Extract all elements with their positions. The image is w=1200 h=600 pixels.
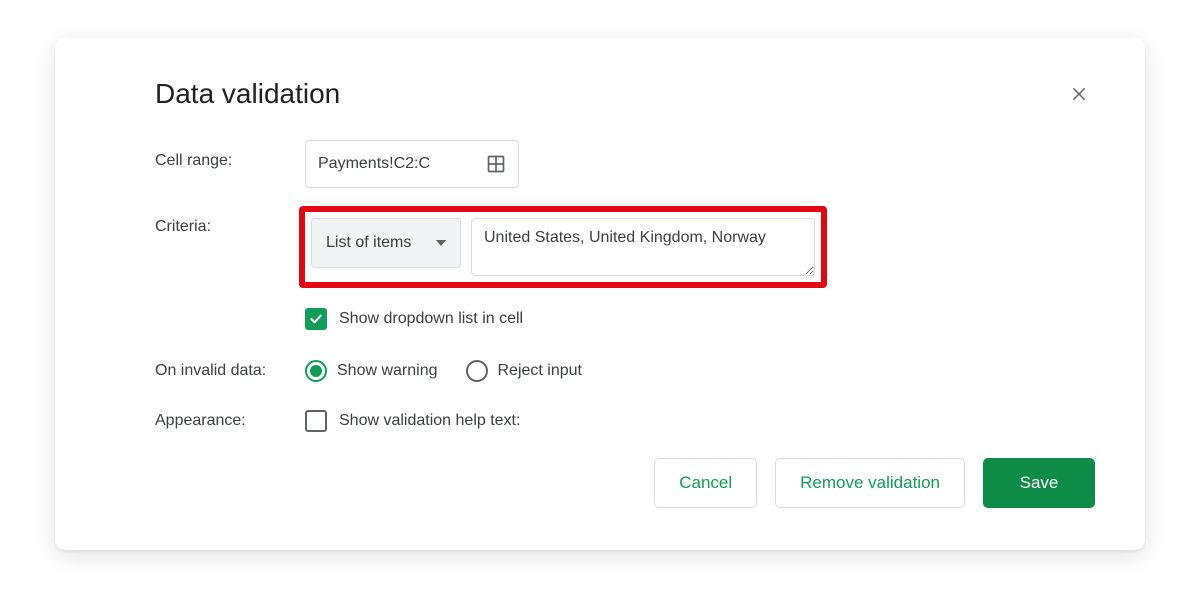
criteria-label: Criteria: <box>155 206 305 236</box>
save-button[interactable]: Save <box>983 458 1095 508</box>
criteria-type-dropdown[interactable]: List of items <box>311 218 461 268</box>
radio-reject-input[interactable]: Reject input <box>466 360 583 382</box>
radio-icon-unselected <box>466 360 488 382</box>
cancel-button[interactable]: Cancel <box>654 458 757 508</box>
show-dropdown-label: Show dropdown list in cell <box>339 310 523 328</box>
criteria-type-label: List of items <box>326 234 411 252</box>
cell-range-label: Cell range: <box>155 140 305 170</box>
invalid-data-label: On invalid data: <box>155 350 305 380</box>
help-text-checkbox[interactable] <box>305 410 327 432</box>
cell-range-value: Payments!C2:C <box>318 155 430 173</box>
remove-validation-button[interactable]: Remove validation <box>775 458 965 508</box>
cell-range-input[interactable]: Payments!C2:C <box>305 140 519 188</box>
radio-show-warning[interactable]: Show warning <box>305 360 438 382</box>
radio-reject-input-label: Reject input <box>498 362 583 380</box>
close-button[interactable] <box>1063 78 1095 110</box>
radio-icon-selected <box>305 360 327 382</box>
show-dropdown-checkbox[interactable] <box>305 308 327 330</box>
chevron-down-icon <box>436 240 446 246</box>
select-range-icon[interactable] <box>486 154 506 174</box>
close-icon <box>1070 85 1088 103</box>
data-validation-dialog: Data validation Cell range: Payments!C2:… <box>55 38 1145 550</box>
help-text-label: Show validation help text: <box>339 412 520 430</box>
dialog-title: Data validation <box>155 78 340 110</box>
check-icon <box>308 311 324 327</box>
appearance-label: Appearance: <box>155 400 305 430</box>
criteria-highlight: List of items <box>299 206 827 288</box>
radio-show-warning-label: Show warning <box>337 362 438 380</box>
criteria-items-input[interactable] <box>471 218 815 276</box>
